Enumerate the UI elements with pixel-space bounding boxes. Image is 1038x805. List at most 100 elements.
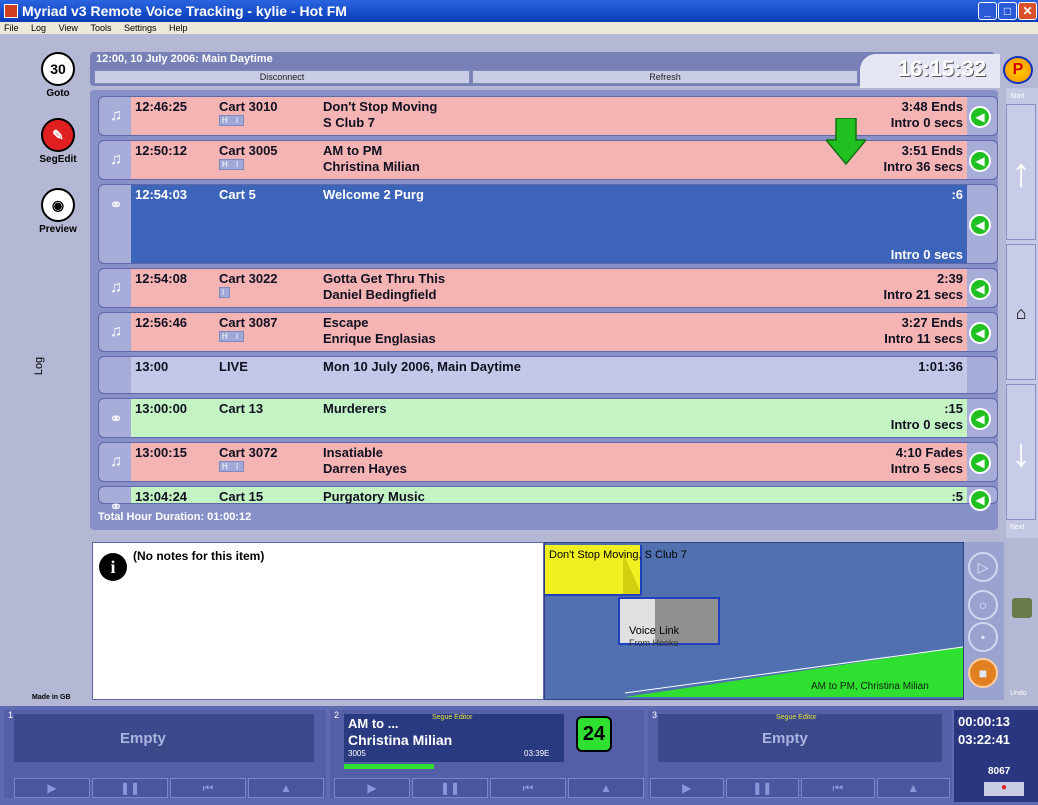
row-time: 12:46:25 xyxy=(135,99,188,114)
made-in-label: Made in GB xyxy=(32,694,71,701)
row-duration: 3:48 Ends xyxy=(901,99,963,114)
row-cart: Cart 3005 xyxy=(219,143,278,158)
segue-track2-label: AM to PM, Christina Milian xyxy=(811,681,929,692)
log-row[interactable]: ♫ 12:54:08 Cart 3022 Gotta Get Thru This Dan… xyxy=(98,268,998,308)
row-flags: I xyxy=(219,287,231,298)
player-3-tag: Segue Editor xyxy=(776,714,817,721)
goto-button[interactable]: 30 Goto xyxy=(28,52,88,99)
notes-text: (No notes for this item) xyxy=(133,549,265,563)
speaker-icon[interactable]: ◀ xyxy=(969,452,991,474)
segedit-button[interactable]: ✎ SegEdit xyxy=(28,118,88,165)
log-row[interactable]: ⚭ 13:00:00 Cart 13 Murderers:15 Intro 0 secs… xyxy=(98,398,998,438)
row-title: Don't Stop Moving xyxy=(323,99,438,114)
row-intro: Intro 21 secs xyxy=(883,287,964,302)
eject-button-2[interactable]: ▲ xyxy=(568,778,644,798)
row-time: 13:00:00 xyxy=(135,401,188,416)
menu-view[interactable]: View xyxy=(59,23,78,33)
goto-label: Goto xyxy=(46,88,70,99)
player-1-number: 1 xyxy=(8,710,14,720)
row-title: Insatiable xyxy=(323,445,383,460)
cue-button-2[interactable]: ⏮ xyxy=(490,778,566,798)
next-label: Next xyxy=(1010,524,1025,531)
player-3-number: 3 xyxy=(652,710,658,720)
log-row[interactable]: ⚭ 12:54:03 Cart 5 Welcome 2 Purg:6 Intro 0 s… xyxy=(98,184,998,264)
preview-label: Preview xyxy=(39,224,77,235)
goto-icon: 30 xyxy=(41,52,75,86)
close-button[interactable]: ✕ xyxy=(1018,2,1037,20)
play-button-3[interactable]: ▶ xyxy=(650,778,724,798)
pause-button-3[interactable]: ❚❚ xyxy=(725,778,799,798)
log-row[interactable]: 13:00 LIVE Mon 10 July 2006, Main Daytime 1… xyxy=(98,356,998,394)
scroll-current-button[interactable]: ⌂ xyxy=(1006,244,1036,380)
maximize-button[interactable]: □ xyxy=(998,2,1017,20)
trash-icon[interactable] xyxy=(1012,598,1032,618)
log-row[interactable]: ♫ 12:56:46 Cart 3087 Escape Enrique Englasia… xyxy=(98,312,998,352)
segedit-label: SegEdit xyxy=(39,154,77,165)
player-3-controls: ▶ ❚❚ ⏮ ▲ xyxy=(650,778,950,798)
menu-file[interactable]: File xyxy=(4,23,19,33)
start-label: Start xyxy=(1010,93,1025,100)
voice-link-sub: From Hooke xyxy=(629,638,679,648)
row-title: AM to PM xyxy=(323,143,383,158)
row-cart: Cart 5 xyxy=(219,187,256,202)
row-title: Mon 10 July 2006, Main Daytime xyxy=(323,359,521,374)
row-flags: H I xyxy=(219,159,245,170)
menu-log[interactable]: Log xyxy=(31,23,46,33)
row-time: 13:00:15 xyxy=(135,445,188,460)
player-2-countdown: 24 xyxy=(576,716,612,752)
player-3-display: Segue Editor Empty xyxy=(658,714,942,762)
clock: 16:15:32 xyxy=(898,56,987,81)
row-artist: Daniel Bedingfield xyxy=(323,287,437,302)
eject-button-1[interactable]: ▲ xyxy=(248,778,324,798)
speaker-icon[interactable]: ◀ xyxy=(969,322,991,344)
skip-forward-button[interactable]: ▷ xyxy=(968,552,998,582)
player-2-progress xyxy=(344,764,434,769)
row-intro: Intro 36 secs xyxy=(883,159,964,174)
disconnect-button[interactable]: Disconnect xyxy=(94,70,470,84)
scroll-down-button[interactable]: ↓ xyxy=(1006,384,1036,520)
log-header-title: 12:00, 10 July 2006: Main Daytime xyxy=(96,53,273,65)
speaker-icon[interactable]: ◀ xyxy=(969,408,991,430)
row-time: 13:00 xyxy=(135,359,169,374)
log-side-tab[interactable]: Log xyxy=(33,357,45,375)
eject-button-3[interactable]: ▲ xyxy=(876,778,950,798)
row-artist: Darren Hayes xyxy=(323,461,407,476)
row-intro: Intro 0 secs xyxy=(890,247,963,262)
cue-button-1[interactable]: ⏮ xyxy=(170,778,246,798)
segue-editor[interactable]: Don't Stop Moving, S Club 7 Voice Link F… xyxy=(544,542,964,700)
player-2-number: 2 xyxy=(334,710,340,720)
refresh-button[interactable]: Refresh xyxy=(472,70,858,84)
preview-icon: ◉ xyxy=(41,188,75,222)
preview-button[interactable]: ◉ Preview xyxy=(28,188,88,235)
row-cart: Cart 3022 xyxy=(219,271,278,286)
speaker-icon[interactable]: ◀ xyxy=(969,214,991,236)
scroll-up-button[interactable]: ↑ xyxy=(1006,104,1036,240)
row-duration: 2:39 xyxy=(936,271,963,286)
log-row[interactable]: ⚭ 13:04:24 Cart 15 Purgatory Music:5 ◀ xyxy=(98,486,998,516)
log-row[interactable]: ♫ 13:00:15 Cart 3072 Insatiable Darren Hayes… xyxy=(98,442,998,482)
player-2-controls: ▶ ❚❚ ⏮ ▲ xyxy=(334,778,644,798)
menu-tools[interactable]: Tools xyxy=(90,23,111,33)
play-button-1[interactable]: ▶ xyxy=(14,778,90,798)
row-cart: Cart 15 xyxy=(219,489,264,504)
cue-button-3[interactable]: ⏮ xyxy=(801,778,875,798)
stop-button[interactable]: ■ xyxy=(968,658,998,688)
minimize-button[interactable]: _ xyxy=(978,2,997,20)
speaker-icon[interactable]: ◀ xyxy=(969,150,991,172)
menu-help[interactable]: Help xyxy=(169,23,188,33)
notes-panel: i (No notes for this item) xyxy=(92,542,544,700)
pause-button-1[interactable]: ❚❚ xyxy=(92,778,168,798)
play-button-2[interactable]: ▶ xyxy=(334,778,410,798)
record-circle-button[interactable]: ○ xyxy=(968,590,998,620)
row-time: 12:56:46 xyxy=(135,315,188,330)
speaker-icon[interactable]: ◀ xyxy=(969,489,991,511)
player-2-time: 03:39E xyxy=(524,749,550,758)
speaker-icon[interactable]: ◀ xyxy=(969,106,991,128)
row-time: 13:04:24 xyxy=(135,489,188,504)
pause-button-2[interactable]: ❚❚ xyxy=(412,778,488,798)
row-flags: H I xyxy=(219,461,245,472)
menu-settings[interactable]: Settings xyxy=(124,23,157,33)
row-time: 12:54:03 xyxy=(135,187,188,202)
save-button[interactable]: ▪ xyxy=(968,622,998,652)
speaker-icon[interactable]: ◀ xyxy=(969,278,991,300)
